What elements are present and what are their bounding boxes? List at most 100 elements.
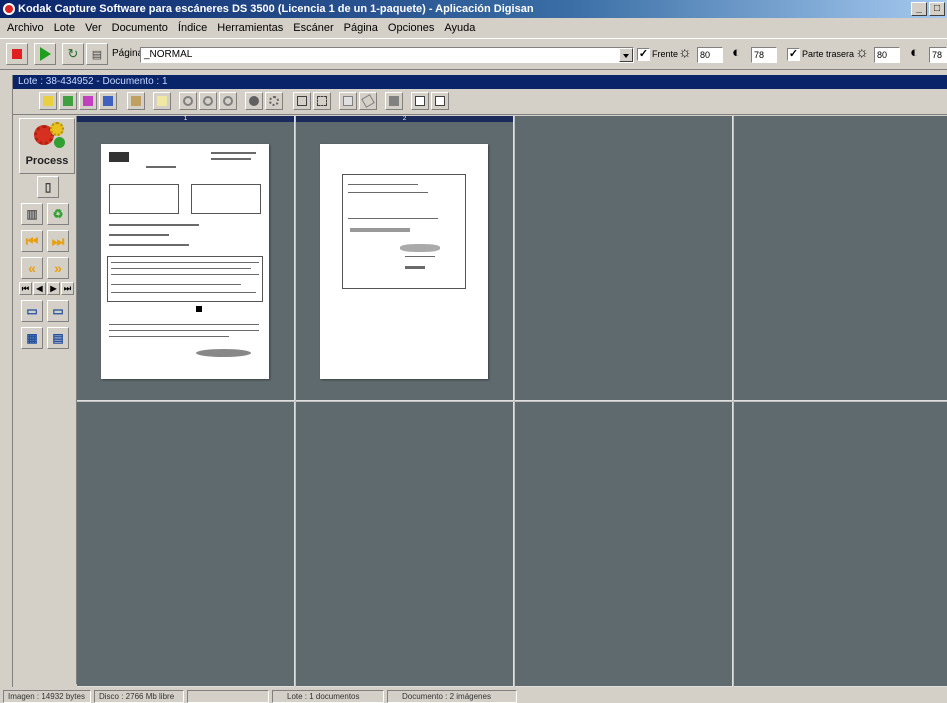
menu-documento[interactable]: Documento: [107, 22, 173, 34]
two-page-view-button[interactable]: ▭: [47, 300, 69, 322]
scan-toolbar: ↻ ▤ Página _NORMAL ✓ Frente ☼ 80 ◐ 78 ✓ …: [0, 38, 947, 70]
menu-ayuda[interactable]: Ayuda: [439, 22, 480, 34]
chevron-down-icon[interactable]: [619, 48, 633, 62]
image-cell[interactable]: [734, 402, 947, 687]
crop-icon: [297, 96, 307, 106]
delete-button[interactable]: ▥: [21, 203, 43, 225]
back-brightness-icon: ☼: [855, 44, 869, 61]
grid-icon: ▦: [26, 331, 38, 345]
image-cell[interactable]: [734, 116, 947, 401]
rescan-icon: ↻: [67, 46, 79, 61]
recycle-icon: ♻: [52, 207, 64, 221]
rotate-left-button[interactable]: [179, 92, 197, 110]
eraser-button[interactable]: [359, 92, 377, 110]
view-mode-button[interactable]: [79, 92, 97, 110]
new-page-button[interactable]: [153, 92, 171, 110]
menu-ver[interactable]: Ver: [80, 22, 107, 34]
back-checkbox[interactable]: ✓: [787, 48, 800, 61]
status-bar: Imagen : 14932 bytes Disco : 2766 Mb lib…: [0, 690, 947, 703]
menu-herramientas[interactable]: Herramientas: [212, 22, 288, 34]
zoom-icon: [249, 96, 259, 106]
rotate-right-icon: [203, 96, 213, 106]
eraser-icon: [361, 94, 375, 108]
zoom-button[interactable]: [245, 92, 263, 110]
maximize-button[interactable]: □: [929, 2, 945, 16]
back-brightness-input[interactable]: 80: [874, 47, 900, 63]
process-button[interactable]: Process: [19, 118, 75, 174]
minimize-button[interactable]: _: [911, 2, 927, 16]
image-toolbar: [13, 89, 947, 115]
front-checkbox[interactable]: ✓: [637, 48, 650, 61]
page-back-button[interactable]: [411, 92, 429, 110]
image-number: 2: [296, 116, 513, 122]
thumbnail-icon: [103, 96, 113, 106]
menu-opciones[interactable]: Opciones: [383, 22, 439, 34]
page-setup-select[interactable]: _NORMAL: [140, 47, 634, 63]
single-page-view-button[interactable]: ▭: [21, 300, 43, 322]
process-label: Process: [25, 155, 69, 167]
rotate-180-button[interactable]: [219, 92, 237, 110]
crop-button[interactable]: [293, 92, 311, 110]
back-contrast-icon: ◐: [910, 44, 920, 61]
previous-document-button[interactable]: «: [21, 257, 43, 279]
image-cell[interactable]: [77, 402, 295, 687]
scanned-page-thumbnail[interactable]: [320, 144, 488, 379]
new-document-button[interactable]: ▯: [37, 176, 59, 198]
front-brightness-input[interactable]: 80: [697, 47, 723, 63]
thumbnail-icon: [83, 96, 93, 106]
list-icon: [131, 96, 141, 106]
properties-button[interactable]: [127, 92, 145, 110]
window-icon: ▭: [52, 304, 64, 318]
status-disk-space: Disco : 2766 Mb libre: [94, 690, 184, 703]
print-button[interactable]: [385, 92, 403, 110]
settings-button[interactable]: [265, 92, 283, 110]
first-icon: ⏮: [21, 283, 30, 293]
menu-pagina[interactable]: Página: [339, 22, 383, 34]
menu-archivo[interactable]: Archivo: [2, 22, 49, 34]
back-label: Parte trasera: [802, 49, 855, 59]
menu-indice[interactable]: Índice: [173, 22, 212, 34]
scanner-icon: ▤: [91, 48, 103, 61]
pan-button[interactable]: [339, 92, 357, 110]
menu-escaner[interactable]: Escáner: [288, 22, 338, 34]
table-view-button[interactable]: ▤: [47, 327, 69, 349]
rescan-button[interactable]: ↻: [62, 43, 84, 65]
menu-lote[interactable]: Lote: [49, 22, 80, 34]
cut-button[interactable]: [313, 92, 331, 110]
front-brightness-icon: ☼: [678, 44, 692, 61]
previous-image-button[interactable]: ◀: [33, 282, 46, 295]
rotate-right-button[interactable]: [199, 92, 217, 110]
window-icon: ▭: [26, 304, 38, 318]
stop-button[interactable]: [6, 43, 28, 65]
rewind-icon: «: [28, 260, 36, 276]
last-image-button[interactable]: ⏭: [61, 282, 74, 295]
recycle-button[interactable]: ♻: [47, 203, 69, 225]
kodak-app-icon: [3, 3, 15, 15]
image-cell[interactable]: 1: [77, 116, 295, 401]
view-mode-button[interactable]: [59, 92, 77, 110]
last-icon: ⏭: [63, 283, 72, 293]
scanned-page-thumbnail[interactable]: [101, 144, 269, 379]
hand-icon: [343, 96, 353, 106]
scanner-settings-button[interactable]: ▤: [86, 43, 108, 65]
status-document: Documento : 2 imágenes: [387, 690, 517, 703]
view-mode-button[interactable]: [39, 92, 57, 110]
next-image-button[interactable]: ▶: [47, 282, 60, 295]
page-forward-button[interactable]: [431, 92, 449, 110]
rotate-left-icon: [183, 96, 193, 106]
front-contrast-input[interactable]: 78: [751, 47, 777, 63]
next-document-button[interactable]: »: [47, 257, 69, 279]
start-scan-button[interactable]: [34, 43, 56, 65]
image-cell[interactable]: [515, 402, 733, 687]
grid-view-button[interactable]: ▦: [21, 327, 43, 349]
first-image-button[interactable]: ⏮: [19, 282, 32, 295]
image-cell[interactable]: [296, 402, 514, 687]
last-page-button[interactable]: ⏭: [47, 230, 69, 252]
table-icon: ▤: [52, 331, 64, 345]
page-setup-label: Página: [112, 48, 144, 59]
image-cell[interactable]: 2: [296, 116, 514, 401]
view-mode-button[interactable]: [99, 92, 117, 110]
back-contrast-input[interactable]: 78: [929, 47, 947, 63]
first-page-button[interactable]: ⏮: [21, 230, 43, 252]
image-cell[interactable]: [515, 116, 733, 401]
